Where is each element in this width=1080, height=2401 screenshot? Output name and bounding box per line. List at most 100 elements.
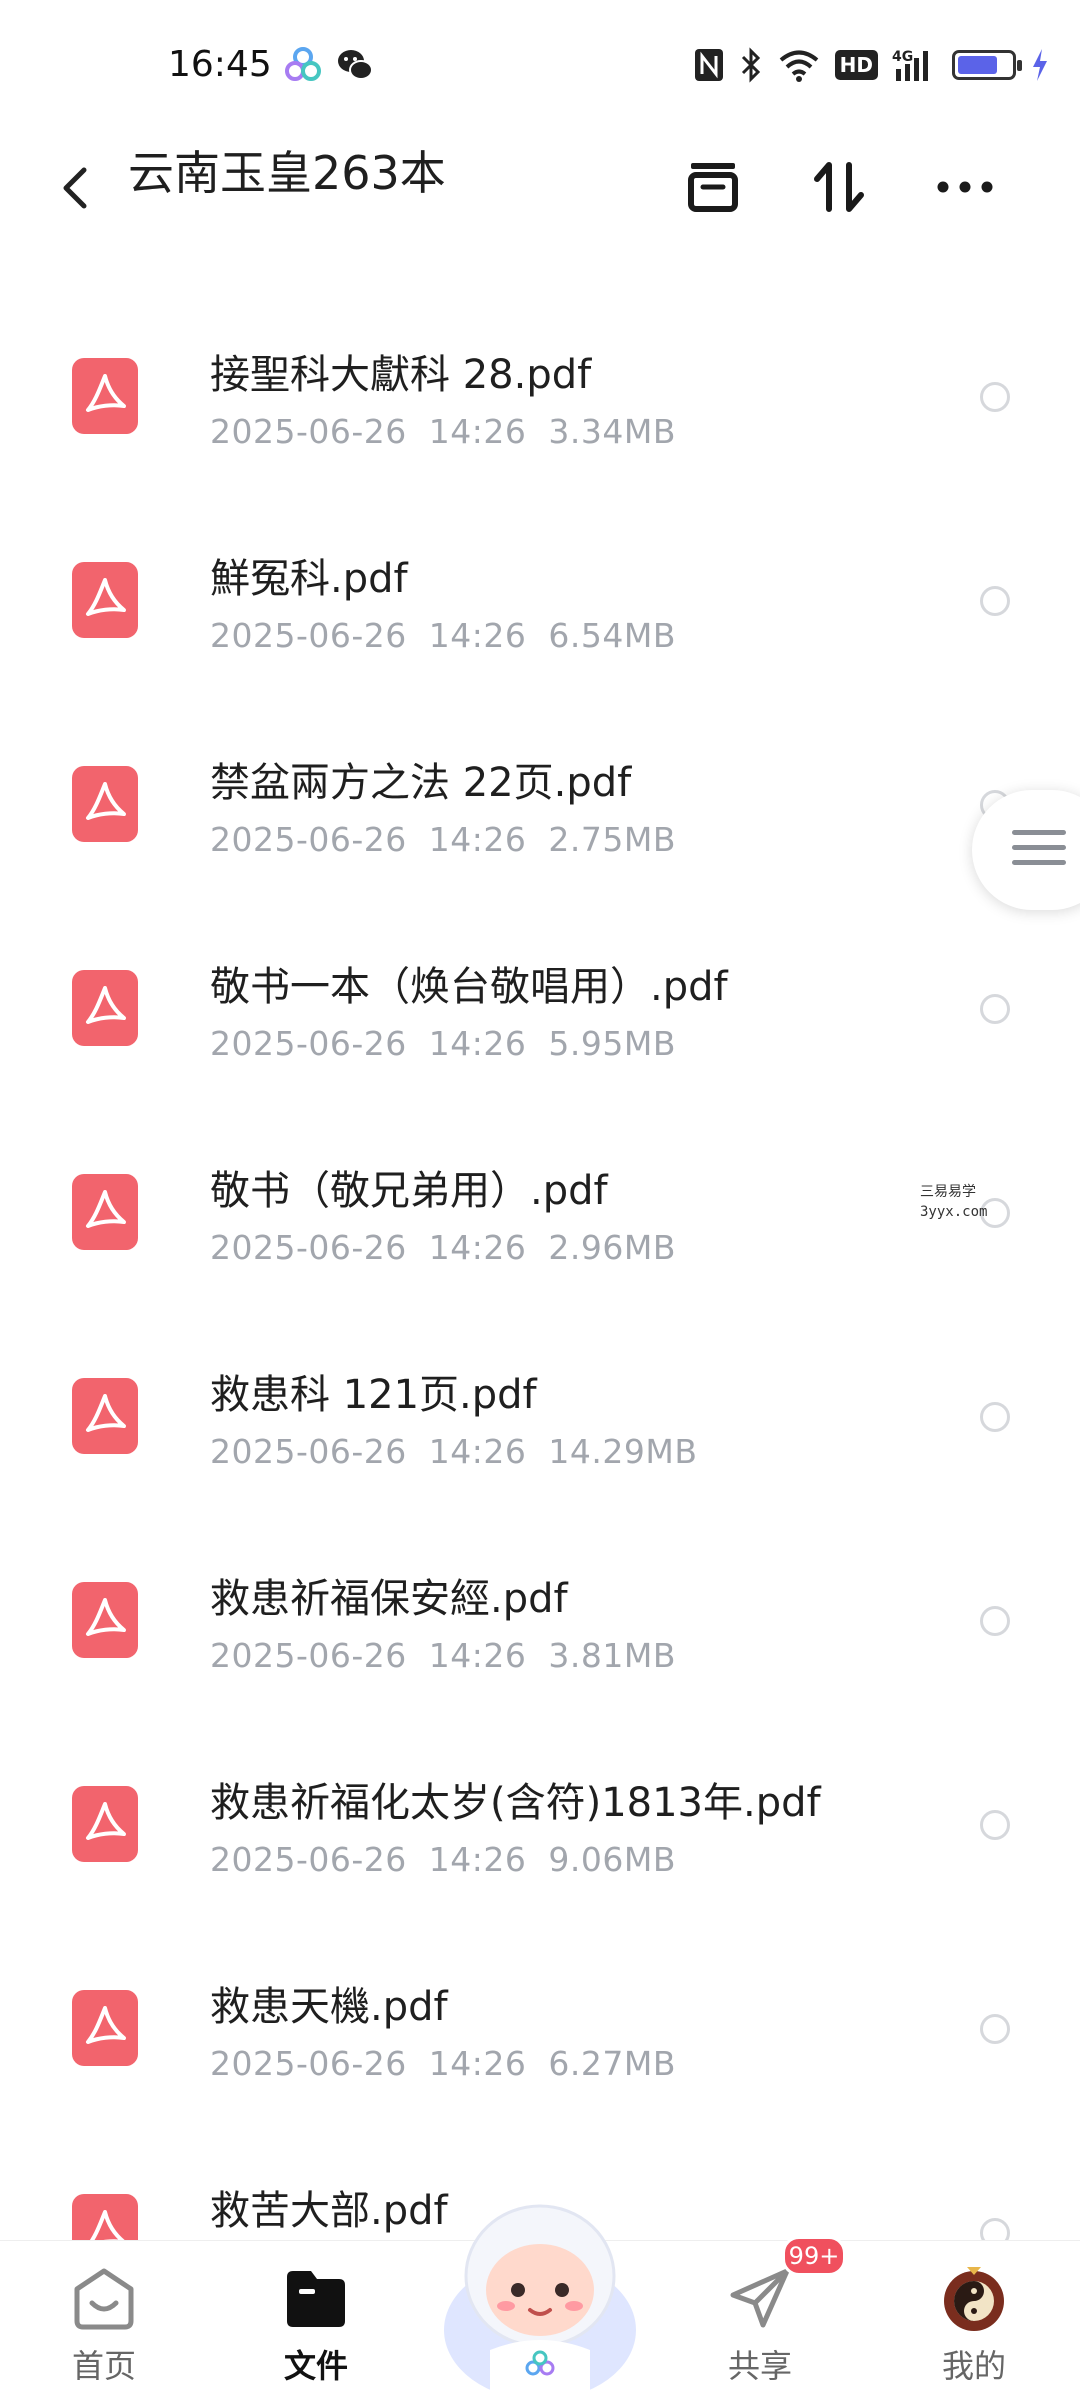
select-radio[interactable] [980,382,1010,412]
folder-icon [287,2271,345,2327]
file-name: 敬书（敬兄弟用）.pdf [210,1168,608,1214]
sort-icon [814,162,864,212]
file-row[interactable]: 鮮冤科.pdf 2025-06-26 14:26 6.54MB [0,504,1080,708]
home-icon [74,2268,134,2330]
nav-mine[interactable]: 我的 [904,2241,1044,2401]
file-name: 接聖科大獻科 28.pdf [210,352,592,398]
file-meta: 2025-06-26 14:26 6.54MB [210,616,698,655]
acrobat-icon [86,374,126,412]
file-time: 14:26 [428,1432,527,1471]
file-size: 3.34MB [548,412,676,451]
acrobat-icon [86,782,126,820]
acrobat-icon [86,986,126,1024]
file-name: 救患科 121页.pdf [210,1372,537,1418]
archive-button[interactable] [668,142,758,232]
pdf-file-icon [72,1174,138,1250]
nav-home-label: 首页 [71,2347,136,2385]
file-meta: 2025-06-26 14:26 6.27MB [210,2044,698,2083]
menu-icon [1012,830,1066,875]
file-time: 14:26 [428,1228,527,1267]
select-radio[interactable] [980,1810,1010,1840]
nav-share-label: 共享 [727,2347,792,2385]
file-row[interactable]: 接聖科大獻科 28.pdf 2025-06-26 14:26 3.34MB [0,300,1080,504]
archive-icon [688,163,738,212]
nav-home[interactable]: 首页 [34,2241,174,2401]
file-meta: 2025-06-26 14:26 9.06MB [210,1840,698,1879]
send-icon [730,2268,790,2328]
file-row[interactable]: 救患祈福保安經.pdf 2025-06-26 14:26 3.81MB [0,1524,1080,1728]
file-time: 14:26 [428,820,527,859]
nav-mine-label: 我的 [941,2347,1006,2385]
file-time: 14:26 [428,412,527,451]
hd-icon: HD [834,50,878,80]
file-date: 2025-06-26 [210,616,407,655]
file-name: 救患天機.pdf [210,1984,448,2030]
file-meta: 2025-06-26 14:26 3.34MB [210,412,698,451]
file-name: 救苦大部.pdf [210,2188,448,2234]
nav-files[interactable]: 文件 [246,2241,386,2401]
watermark: 三易易学 3yyx.com [920,1182,987,1222]
avatar-icon [944,2267,1004,2331]
file-name: 敬书一本（焕台敬唱用）.pdf [210,964,728,1010]
pdf-file-icon [72,970,138,1046]
file-size: 2.96MB [548,1228,676,1267]
file-row[interactable]: 敬书（敬兄弟用）.pdf 2025-06-26 14:26 2.96MB [0,1116,1080,1320]
file-size: 6.54MB [548,616,676,655]
file-date: 2025-06-26 [210,1840,407,1879]
select-radio[interactable] [980,1402,1010,1432]
file-date: 2025-06-26 [210,1636,407,1675]
sort-button[interactable] [794,142,884,232]
share-badge: 99+ [782,2236,846,2276]
acrobat-icon [86,1394,126,1432]
status-icons: HD 4G [693,44,1050,86]
file-date: 2025-06-26 [210,820,407,859]
hd-label: HD [839,53,873,77]
watermark-line1: 三易易学 [920,1184,976,1200]
file-date: 2025-06-26 [210,412,407,451]
wechat-icon [338,50,373,80]
file-row[interactable]: 救患祈福化太岁(含符)1813年.pdf 2025-06-26 14:26 9.06… [0,1728,1080,1932]
file-name: 鮮冤科.pdf [210,556,408,602]
mascot-assistant-button[interactable] [430,2180,650,2400]
file-size: 14.29MB [548,1432,698,1471]
floating-menu-handle[interactable] [972,790,1080,910]
file-row[interactable]: 救患天機.pdf 2025-06-26 14:26 6.27MB [0,1932,1080,2136]
back-icon[interactable] [52,152,102,224]
file-size: 9.06MB [548,1840,676,1879]
file-size: 5.95MB [548,1024,676,1063]
pdf-file-icon [72,1378,138,1454]
select-radio[interactable] [980,994,1010,1024]
watermark-line2: 3yyx.com [920,1204,988,1220]
select-radio[interactable] [980,2014,1010,2044]
file-time: 14:26 [428,1024,527,1063]
file-date: 2025-06-26 [210,1228,407,1267]
file-meta: 2025-06-26 14:26 2.96MB [210,1228,698,1267]
acrobat-icon [86,1190,126,1228]
select-radio[interactable] [980,586,1010,616]
more-icon [937,181,993,193]
more-button[interactable] [920,142,1010,232]
file-name: 救患祈福保安經.pdf [210,1576,568,1622]
file-name: 禁盆兩方之法 22页.pdf [210,760,632,806]
acrobat-icon [86,578,126,616]
file-date: 2025-06-26 [210,1432,407,1471]
pdf-file-icon [72,766,138,842]
acrobat-icon [86,1598,126,1636]
charging-icon [1033,49,1047,81]
status-time: 16:45 [168,44,272,85]
file-meta: 2025-06-26 14:26 5.95MB [210,1024,698,1063]
file-date: 2025-06-26 [210,1024,407,1063]
file-name: 救患祈福化太岁(含符)1813年.pdf [210,1780,821,1826]
bluetooth-icon [741,47,760,83]
svg-text:4G: 4G [892,49,913,65]
acrobat-icon [86,1802,126,1840]
file-row[interactable]: 救患科 121页.pdf 2025-06-26 14:26 14.29MB [0,1320,1080,1524]
file-time: 14:26 [428,2044,527,2083]
select-radio[interactable] [980,1606,1010,1636]
file-size: 3.81MB [548,1636,676,1675]
file-date: 2025-06-26 [210,2044,407,2083]
file-row[interactable]: 禁盆兩方之法 22页.pdf 2025-06-26 14:26 2.75MB [0,708,1080,912]
file-row[interactable]: 敬书一本（焕台敬唱用）.pdf 2025-06-26 14:26 5.95MB [0,912,1080,1116]
pdf-file-icon [72,1582,138,1658]
status-bar: 16:45 HD 4G [0,0,1080,130]
